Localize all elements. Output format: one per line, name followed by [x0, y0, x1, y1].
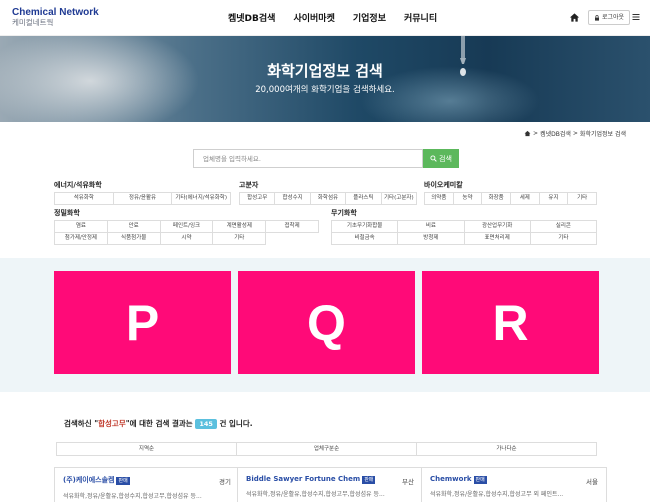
- hero-subtitle: 20,000여개의 화학기업을 검색하세요.: [255, 85, 395, 95]
- category-item[interactable]: 염료: [55, 221, 108, 233]
- category-item[interactable]: 농약: [453, 193, 483, 205]
- category-item[interactable]: 화학섬유: [310, 193, 347, 205]
- category-item[interactable]: 계면활성제: [213, 221, 267, 233]
- sort-tab-region[interactable]: 지역순: [57, 443, 237, 455]
- company-badge: 판매: [473, 475, 487, 484]
- result-summary: 검색하신 "합성고무"에 대한 검색 결과는 145 건 입니다.: [64, 418, 253, 429]
- company-name[interactable]: (주)케이에스솔켐: [63, 476, 114, 484]
- company-card[interactable]: Biddle Sawyer Fortune Chem 판매 부산 석유화학,정유/…: [237, 467, 423, 502]
- category-item[interactable]: 의약품: [425, 193, 454, 205]
- category-item[interactable]: 석유화학: [55, 193, 114, 205]
- category-item[interactable]: 페인트/잉크: [160, 221, 214, 233]
- breadcrumb: > 켐넷DB검색 > 화학기업정보 검색: [524, 129, 626, 138]
- result-prefix: 검색하신 ": [64, 419, 99, 428]
- featured-card[interactable]: P: [54, 271, 231, 374]
- category-grid-inorganic: 기초무기화합물 비료 광산업무기화 실리콘 비철금속 방청제 표면처리제 기타: [331, 220, 597, 245]
- category-item[interactable]: 기타: [213, 233, 267, 245]
- category-item[interactable]: 합성고무: [240, 193, 276, 205]
- company-region: 서울: [586, 478, 598, 486]
- category-item[interactable]: 방청제: [398, 233, 465, 245]
- category-item[interactable]: 표면처리제: [464, 233, 531, 245]
- logo-korean: 케미컬네트웍: [12, 18, 54, 27]
- company-region: 부산: [402, 478, 414, 486]
- menu-icon[interactable]: [632, 13, 640, 21]
- company-badge: 판매: [362, 475, 376, 484]
- result-suffix: 건 입니다.: [219, 419, 253, 428]
- category-item[interactable]: 기타: [568, 193, 597, 205]
- featured-card-letter: Q: [307, 294, 346, 351]
- category-item[interactable]: 안료: [107, 221, 161, 233]
- category-item[interactable]: 세제: [510, 193, 540, 205]
- category-item[interactable]: 기초무기화합물: [332, 221, 399, 233]
- breadcrumb-item-db[interactable]: 켐넷DB검색: [540, 129, 571, 138]
- breadcrumb-home-icon[interactable]: [524, 130, 531, 137]
- category-grid-fine: 염료 안료 페인트/잉크 계면활성제 접착제 첨가제/안정제 식품첨가물 시약 …: [54, 220, 319, 245]
- company-card[interactable]: Chemwork 판매 서울 석유화학,정유/윤활유,합성수지,합성고무 외 페인…: [421, 467, 607, 502]
- company-description: 석유화학,정유/윤활유,합성수지,합성고무,합성섬유 등...: [246, 491, 385, 498]
- category-title-inorganic: 무기화학: [331, 209, 357, 217]
- breadcrumb-item-current: 화학기업정보 검색: [579, 131, 626, 138]
- category-item[interactable]: 화장품: [482, 193, 511, 205]
- sort-tabs: 지역순 업체구분순 가나다순: [56, 442, 597, 456]
- company-search-input[interactable]: [193, 149, 423, 168]
- category-item[interactable]: 합성수지: [275, 193, 311, 205]
- category-item[interactable]: 유지: [539, 193, 569, 205]
- category-item[interactable]: 접착제: [266, 221, 319, 233]
- category-item[interactable]: 비료: [398, 221, 465, 233]
- category-item[interactable]: 비철금속: [332, 233, 399, 245]
- nav-item-community[interactable]: 커뮤니티: [404, 11, 437, 24]
- category-title-energy: 에너지/석유화학: [54, 181, 102, 189]
- company-name[interactable]: Chemwork: [430, 475, 472, 483]
- category-item[interactable]: 기타(에너지/석유화학): [172, 193, 231, 205]
- site-logo[interactable]: Chemical Network 케미컬네트웍: [12, 7, 99, 28]
- main-nav: 켐넷DB검색 사이버마켓 기업정보 커뮤니티: [228, 11, 437, 24]
- company-badge: 판매: [116, 476, 130, 485]
- category-grid-bio: 의약품 농약 화장품 세제 유지 기타: [424, 192, 597, 205]
- company-region: 경기: [219, 478, 231, 486]
- site-header: Chemical Network 케미컬네트웍 켐넷DB검색 사이버마켓 기업정…: [0, 0, 650, 36]
- category-item[interactable]: 광산업무기화: [464, 221, 531, 233]
- hero-banner: 화학기업정보 검색 20,000여개의 화학기업을 검색하세요.: [0, 36, 650, 122]
- category-item[interactable]: 첨가제/안정제: [55, 233, 108, 245]
- category-title-fine: 정밀화학: [54, 209, 80, 217]
- category-item[interactable]: 식품첨가물: [107, 233, 161, 245]
- category-grid-energy: 석유화학 정유/윤활유 기타(에너지/석유화학): [54, 192, 231, 205]
- result-middle: "에 대한 검색 결과는: [125, 419, 193, 428]
- category-item[interactable]: 기타: [530, 233, 597, 245]
- hero-title: 화학기업정보 검색: [267, 62, 383, 80]
- search-icon: [430, 155, 437, 162]
- logout-button[interactable]: 로그아웃: [588, 10, 631, 25]
- nav-item-company-info[interactable]: 기업정보: [353, 11, 386, 24]
- featured-card[interactable]: Q: [238, 271, 415, 374]
- breadcrumb-separator: >: [572, 130, 578, 137]
- result-keyword: 합성고무: [98, 419, 126, 428]
- logout-label: 로그아웃: [602, 14, 625, 21]
- category-item[interactable]: 실리콘: [530, 221, 597, 233]
- featured-card[interactable]: R: [422, 271, 599, 374]
- category-item[interactable]: 기타(고분자): [381, 193, 417, 205]
- nav-item-cyber-market[interactable]: 사이버마켓: [293, 11, 334, 24]
- result-count-badge: 145: [195, 419, 217, 429]
- sort-tab-type[interactable]: 업체구분순: [237, 443, 417, 455]
- category-grid-polymer: 합성고무 합성수지 화학섬유 플라스틱 기타(고분자): [239, 192, 417, 205]
- company-description: 석유화학,정유/윤활유,합성수지,합성고무 외 페인트...: [430, 491, 564, 498]
- nav-item-chemnet-db[interactable]: 켐넷DB검색: [228, 11, 275, 24]
- search-button[interactable]: 검색: [423, 149, 459, 168]
- logo-english: Chemical Network: [12, 7, 99, 18]
- search-button-label: 검색: [439, 154, 452, 163]
- breadcrumb-separator: >: [533, 130, 539, 137]
- lock-icon: [595, 14, 599, 21]
- category-item[interactable]: 플라스틱: [346, 193, 382, 205]
- home-icon[interactable]: [569, 12, 580, 23]
- company-description: 석유화학,정유/윤활유,합성수지,합성고무,합성섬유 등...: [63, 493, 202, 500]
- category-item[interactable]: 시약: [160, 233, 214, 245]
- sort-tab-alphabetical[interactable]: 가나다순: [417, 443, 596, 455]
- company-card[interactable]: (주)케이에스솔켐 판매 경기 석유화학,정유/윤활유,합성수지,합성고무,합성섬…: [54, 467, 240, 502]
- category-item[interactable]: 정유/윤활유: [113, 193, 173, 205]
- featured-card-letter: R: [492, 294, 529, 351]
- category-title-bio: 바이오케미칼: [424, 181, 463, 189]
- featured-card-letter: P: [125, 294, 160, 351]
- company-name[interactable]: Biddle Sawyer Fortune Chem: [246, 475, 360, 483]
- category-title-polymer: 고분자: [239, 181, 259, 189]
